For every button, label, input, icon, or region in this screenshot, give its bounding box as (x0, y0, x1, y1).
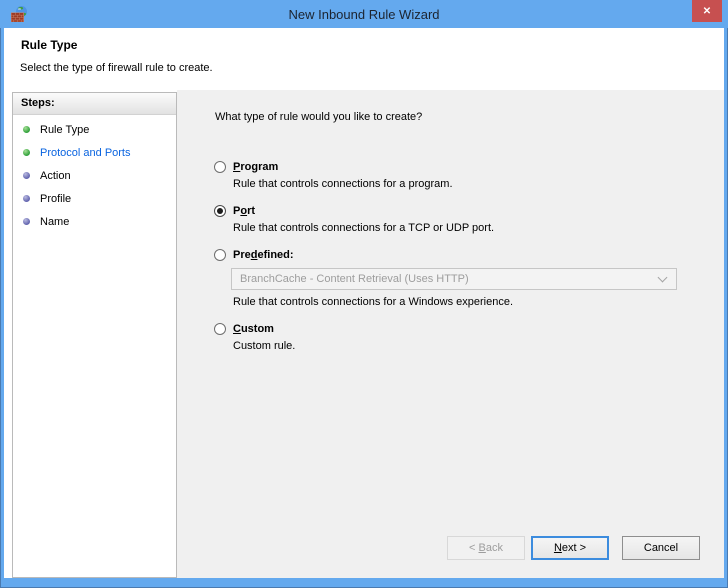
option-custom: Custom Custom rule. (214, 323, 724, 354)
step-label: Profile (40, 193, 71, 205)
port-label[interactable]: Port (233, 205, 255, 217)
step-item-protocol-and-ports[interactable]: Protocol and Ports (13, 141, 176, 164)
close-button[interactable]: ✕ (692, 0, 722, 22)
predefined-dropdown-value: BranchCache - Content Retrieval (Uses HT… (240, 273, 659, 285)
step-label: Name (40, 216, 69, 228)
step-bullet-icon (23, 149, 30, 156)
step-bullet-icon (23, 126, 30, 133)
wizard-buttons: < Back Next > Cancel (447, 536, 700, 560)
predefined-label[interactable]: Predefined: (233, 249, 294, 261)
step-label: Action (40, 170, 71, 182)
page-subtitle: Select the type of firewall rule to crea… (20, 62, 708, 74)
step-item-rule-type[interactable]: Rule Type (13, 118, 176, 141)
predefined-description: Rule that controls connections for a Win… (233, 295, 724, 310)
rule-type-options: Program Rule that controls connections f… (214, 161, 724, 354)
question-text: What type of rule would you like to crea… (215, 111, 724, 123)
predefined-radio[interactable] (214, 249, 226, 261)
step-item-action[interactable]: Action (13, 164, 176, 187)
custom-description: Custom rule. (233, 339, 724, 354)
chevron-down-icon (658, 273, 668, 283)
content-pane: What type of rule would you like to crea… (177, 90, 724, 578)
option-program: Program Rule that controls connections f… (214, 161, 724, 192)
close-icon: ✕ (703, 6, 711, 17)
steps-list: Rule Type Protocol and Ports Action Profile… (13, 115, 176, 233)
window-title: New Inbound Rule Wizard (0, 7, 728, 22)
cancel-button[interactable]: Cancel (622, 536, 700, 560)
step-bullet-icon (23, 195, 30, 202)
option-predefined: Predefined: BranchCache - Content Retrie… (214, 249, 724, 310)
option-port: Port Rule that controls connections for … (214, 205, 724, 236)
step-label: Protocol and Ports (40, 147, 131, 159)
page-header: Rule Type Select the type of firewall ru… (4, 28, 724, 90)
steps-sidebar: Steps: Rule Type Protocol and Ports Action… (4, 90, 177, 578)
predefined-dropdown[interactable]: BranchCache - Content Retrieval (Uses HT… (231, 268, 677, 290)
program-radio[interactable] (214, 161, 226, 173)
titlebar: New Inbound Rule Wizard ✕ (0, 0, 728, 28)
steps-panel: Steps: Rule Type Protocol and Ports Action… (12, 92, 177, 578)
steps-header: Steps: (13, 93, 176, 115)
program-label[interactable]: Program (233, 161, 278, 173)
next-button[interactable]: Next > (531, 536, 609, 560)
page-title: Rule Type (21, 38, 708, 52)
step-item-profile[interactable]: Profile (13, 187, 176, 210)
custom-label[interactable]: Custom (233, 323, 274, 335)
step-item-name[interactable]: Name (13, 210, 176, 233)
step-bullet-icon (23, 172, 30, 179)
program-description: Rule that controls connections for a pro… (233, 177, 724, 192)
step-label: Rule Type (40, 124, 89, 136)
port-radio[interactable] (214, 205, 226, 217)
step-bullet-icon (23, 218, 30, 225)
custom-radio[interactable] (214, 323, 226, 335)
wizard-window: New Inbound Rule Wizard ✕ Rule Type Sele… (0, 0, 728, 588)
back-button[interactable]: < Back (447, 536, 525, 560)
port-description: Rule that controls connections for a TCP… (233, 221, 724, 236)
